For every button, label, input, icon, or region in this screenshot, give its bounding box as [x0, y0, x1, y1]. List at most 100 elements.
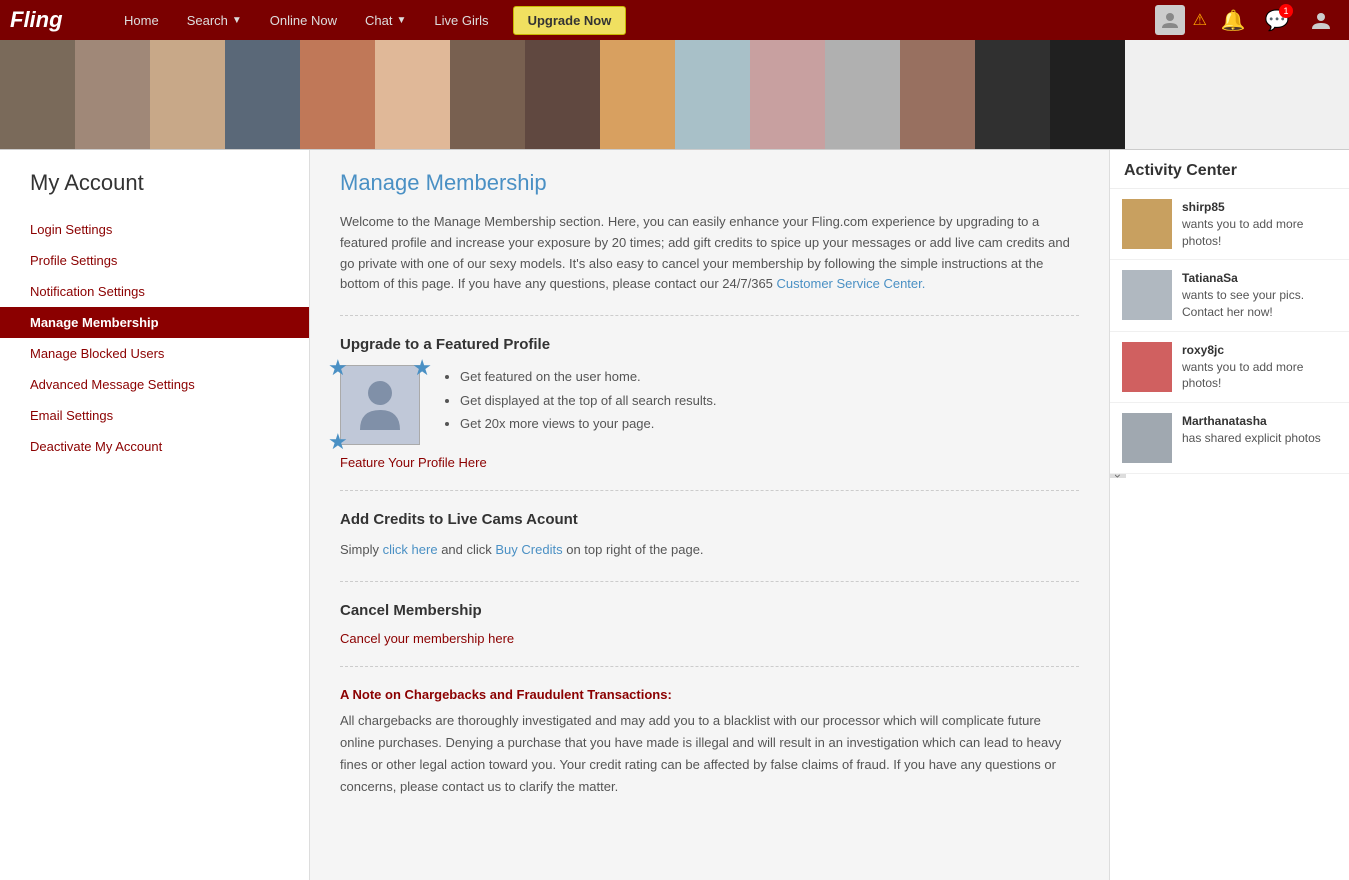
activity-avatar-3[interactable]: [1122, 342, 1172, 392]
sidebar-menu: Login Settings Profile Settings Notifica…: [30, 214, 279, 462]
sidebar-link-blocked[interactable]: Manage Blocked Users: [30, 346, 164, 361]
customer-service-link[interactable]: Customer Service Center.: [777, 276, 926, 291]
activity-item-1: shirp85 wants you to add more photos!: [1110, 189, 1349, 260]
nav-chat[interactable]: Chat▼: [351, 0, 420, 40]
activity-text-3: roxy8jc wants you to add more photos!: [1182, 342, 1337, 392]
featured-section-title: Upgrade to a Featured Profile: [340, 336, 1079, 353]
chargeback-text: All chargebacks are thoroughly investiga…: [340, 710, 1079, 798]
sidebar-item-deactivate[interactable]: Deactivate My Account: [30, 431, 279, 462]
sidebar-title: My Account: [30, 170, 279, 196]
main-content: Manage Membership Welcome to the Manage …: [310, 150, 1109, 880]
photo-thumb[interactable]: [600, 40, 675, 150]
notifications-button[interactable]: 🔔: [1215, 2, 1251, 38]
activity-text-4: Marthanatasha has shared explicit photos: [1182, 413, 1321, 447]
photo-thumb[interactable]: [675, 40, 750, 150]
feature-text-3: Get 20x more views to your page.: [460, 416, 654, 431]
activity-item-2: TatianaSa wants to see your pics. Contac…: [1110, 260, 1349, 331]
sidebar-item-profile[interactable]: Profile Settings: [30, 245, 279, 276]
featured-list-wrapper: Get featured on the user home. Get displ…: [440, 365, 717, 435]
nav-live-girls[interactable]: Live Girls: [420, 0, 502, 40]
sidebar-link-login[interactable]: Login Settings: [30, 222, 112, 237]
activity-item-4: Marthanatasha has shared explicit photos: [1110, 403, 1349, 474]
activity-text-1: shirp85 wants you to add more photos!: [1182, 199, 1337, 249]
warning-icon: ⚠: [1193, 10, 1207, 30]
upgrade-button[interactable]: Upgrade Now: [513, 6, 627, 35]
sidebar-item-membership[interactable]: Manage Membership: [0, 307, 309, 338]
nav-links: Home Search▼ Online Now Chat▼ Live Girls…: [110, 0, 1155, 40]
click-here-link[interactable]: click here: [383, 542, 438, 557]
sidebar-item-advanced[interactable]: Advanced Message Settings: [30, 369, 279, 400]
chargeback-title: A Note on Chargebacks and Fraudulent Tra…: [340, 687, 1079, 702]
photo-thumb[interactable]: [375, 40, 450, 150]
activity-panel-toggle[interactable]: ›: [1110, 474, 1126, 478]
site-logo[interactable]: Fling: [10, 7, 90, 33]
sidebar-item-blocked[interactable]: Manage Blocked Users: [30, 338, 279, 369]
sidebar-link-email[interactable]: Email Settings: [30, 408, 113, 423]
activity-username-4[interactable]: Marthanatasha: [1182, 414, 1267, 428]
nav-online-now[interactable]: Online Now: [256, 0, 351, 40]
feature-profile-link[interactable]: Feature Your Profile Here: [340, 455, 487, 470]
sidebar-item-notification[interactable]: Notification Settings: [30, 276, 279, 307]
star-right-icon: ★: [412, 355, 432, 381]
nav-search[interactable]: Search▼: [173, 0, 256, 40]
activity-avatar-4[interactable]: [1122, 413, 1172, 463]
star-bottom-icon: ★: [328, 429, 348, 455]
activity-panel: Activity Center shirp85 wants you to add…: [1109, 150, 1349, 880]
photo-thumb[interactable]: [450, 40, 525, 150]
sidebar-link-advanced[interactable]: Advanced Message Settings: [30, 377, 195, 392]
photo-thumb[interactable]: [525, 40, 600, 150]
buy-credits-link[interactable]: Buy Credits: [495, 542, 562, 557]
photo-thumb[interactable]: [900, 40, 975, 150]
sidebar-link-deactivate[interactable]: Deactivate My Account: [30, 439, 162, 454]
left-sidebar: My Account Login Settings Profile Settin…: [0, 150, 310, 880]
photo-thumb[interactable]: [75, 40, 150, 150]
feature-item-1: Get featured on the user home.: [460, 365, 717, 388]
sidebar-link-profile[interactable]: Profile Settings: [30, 253, 117, 268]
photo-thumb[interactable]: [150, 40, 225, 150]
search-arrow-icon: ▼: [232, 15, 242, 26]
page-title: Manage Membership: [340, 170, 1079, 196]
nav-home[interactable]: Home: [110, 0, 173, 40]
person-silhouette-icon: [355, 375, 405, 435]
photo-thumb[interactable]: [975, 40, 1050, 150]
feature-item-3: Get 20x more views to your page.: [460, 412, 717, 435]
activity-username-2[interactable]: TatianaSa: [1182, 271, 1238, 285]
activity-avatar-1[interactable]: [1122, 199, 1172, 249]
activity-text-2: TatianaSa wants to see your pics. Contac…: [1182, 270, 1337, 320]
activity-username-1[interactable]: shirp85: [1182, 200, 1225, 214]
feature-text-1: Get featured on the user home.: [460, 369, 641, 384]
sidebar-link-notification[interactable]: Notification Settings: [30, 284, 145, 299]
add-credits-text: Simply click here and click Buy Credits …: [340, 540, 1079, 561]
photo-thumb[interactable]: [225, 40, 300, 150]
nav-right-icons: ⚠ 🔔 💬 1: [1155, 2, 1339, 38]
sidebar-item-login[interactable]: Login Settings: [30, 214, 279, 245]
activity-header: Activity Center: [1110, 150, 1349, 189]
photo-thumb[interactable]: [1050, 40, 1125, 150]
sidebar-item-email[interactable]: Email Settings: [30, 400, 279, 431]
star-left-icon: ★: [328, 355, 348, 381]
photo-thumb[interactable]: [825, 40, 900, 150]
photo-thumb[interactable]: [300, 40, 375, 150]
featured-avatar: ★ ★ ★: [340, 365, 420, 445]
user-silhouette-icon: [1160, 10, 1180, 30]
featured-profile-section: Upgrade to a Featured Profile ★ ★ ★: [340, 315, 1079, 490]
intro-text-body: Welcome to the Manage Membership section…: [340, 214, 1070, 291]
photo-thumb[interactable]: [0, 40, 75, 150]
feature-item-2: Get displayed at the top of all search r…: [460, 389, 717, 412]
sidebar-label-membership: Manage Membership: [30, 315, 159, 330]
activity-username-3[interactable]: roxy8jc: [1182, 343, 1224, 357]
activity-message-4: has shared explicit photos: [1182, 431, 1321, 445]
add-credits-title: Add Credits to Live Cams Acount: [340, 511, 1079, 528]
activity-message-2: wants to see your pics. Contact her now!: [1182, 288, 1304, 319]
activity-message-3: wants you to add more photos!: [1182, 360, 1303, 391]
chat-arrow-icon: ▼: [396, 15, 406, 26]
chargeback-section: A Note on Chargebacks and Fraudulent Tra…: [340, 666, 1079, 818]
activity-item-3: roxy8jc wants you to add more photos!: [1110, 332, 1349, 403]
photo-thumb[interactable]: [750, 40, 825, 150]
avatar-silhouette: [340, 365, 420, 445]
messages-button[interactable]: 💬 1: [1259, 2, 1295, 38]
account-button[interactable]: [1303, 2, 1339, 38]
activity-avatar-2[interactable]: [1122, 270, 1172, 320]
profile-icon[interactable]: [1155, 5, 1185, 35]
cancel-link[interactable]: Cancel your membership here: [340, 631, 514, 646]
